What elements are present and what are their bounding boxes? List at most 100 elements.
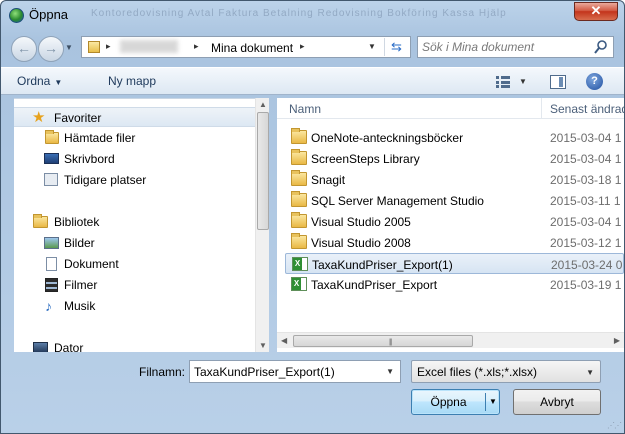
address-bar[interactable]: ▸ ▸ Mina dokument ▸ ▼ ⇆	[81, 36, 411, 58]
recent-locations-dropdown-icon[interactable]: ▼	[65, 43, 73, 52]
nav-item-downloads[interactable]: Hämtade filer	[14, 128, 255, 148]
file-date: 2015-03-19 1	[550, 278, 622, 292]
chevron-down-icon: ▼	[54, 78, 63, 87]
nav-item-label: Bilder	[64, 236, 95, 250]
file-date: 2015-03-11 1	[550, 194, 621, 208]
file-name: OneNote-anteckningsböcker	[311, 131, 464, 145]
nav-item-videos[interactable]: Filmer	[14, 275, 255, 295]
scrollbar-thumb[interactable]	[257, 112, 269, 230]
scroll-up-icon[interactable]: ▲	[259, 100, 267, 109]
filename-label: Filnamn:	[139, 365, 186, 379]
open-options-dropdown-icon[interactable]: ▼	[489, 397, 497, 406]
nav-item-desktop[interactable]: Skrivbord	[14, 149, 255, 169]
nav-libraries-label: Bibliotek	[54, 215, 100, 229]
folder-icon	[88, 41, 100, 53]
command-bar: Ordna ▼ Ny mapp ▼ ?	[1, 67, 624, 95]
file-row[interactable]: OneNote-anteckningsböcker 2015-03-04 1	[285, 127, 624, 148]
file-date: 2015-03-04 1	[550, 152, 622, 166]
nav-item-music[interactable]: ♪ Musik	[14, 296, 255, 316]
nav-item-recent-places[interactable]: Tidigare platser	[14, 170, 255, 190]
view-options-dropdown-icon[interactable]: ▼	[519, 77, 527, 86]
file-list-horizontal-scrollbar[interactable]: ◀ ||| ▶	[277, 332, 624, 348]
organize-label: Ordna	[17, 74, 51, 88]
scroll-right-icon[interactable]: ▶	[614, 336, 620, 345]
file-date: 2015-03-04 1	[550, 215, 622, 229]
nav-item-pictures[interactable]: Bilder	[14, 233, 255, 253]
help-icon[interactable]: ?	[586, 73, 603, 90]
organize-button[interactable]: Ordna ▼	[17, 74, 62, 88]
nav-item-label: Musik	[64, 299, 96, 313]
star-icon: ★	[32, 109, 46, 126]
cancel-button[interactable]: Avbryt	[513, 389, 601, 415]
open-button[interactable]: Öppna ▼	[411, 389, 500, 415]
file-type-filter[interactable]: Excel files (*.xls;*.xlsx) ▼	[411, 360, 601, 383]
downloads-folder-icon	[45, 130, 59, 144]
file-row[interactable]: Snagit 2015-03-18 1	[285, 169, 624, 190]
excel-file-icon	[292, 257, 308, 271]
refresh-button[interactable]: ⇆	[384, 38, 408, 56]
column-name[interactable]: Namn	[289, 102, 321, 116]
new-folder-button[interactable]: Ny mapp	[108, 74, 156, 88]
videos-icon	[45, 278, 58, 292]
close-button[interactable]: ✕	[574, 2, 618, 21]
search-box[interactable]	[417, 36, 614, 58]
resize-grip-icon[interactable]: ⋰⋰	[607, 421, 622, 430]
back-button[interactable]: ←	[11, 36, 37, 62]
libraries-icon	[33, 214, 48, 228]
file-row[interactable]: ScreenSteps Library 2015-03-04 1	[285, 148, 624, 169]
file-row-selected[interactable]: TaxaKundPriser_Export(1) 2015-03-24 0	[285, 253, 624, 274]
file-name: TaxaKundPriser_Export	[311, 278, 438, 292]
file-name: ScreenSteps Library	[311, 152, 420, 166]
open-button-label: Öppna	[430, 395, 467, 409]
filename-combobox[interactable]: ▼	[189, 360, 401, 383]
navigation-scrollbar[interactable]: ▲ ▼	[255, 98, 269, 352]
scroll-left-icon[interactable]: ◀	[281, 336, 287, 345]
file-name: TaxaKundPriser_Export(1)	[312, 258, 453, 272]
nav-computer[interactable]: Dator	[14, 338, 255, 352]
scrollbar-thumb[interactable]: |||	[293, 335, 473, 347]
excel-file-icon	[291, 277, 307, 291]
nav-libraries[interactable]: Bibliotek	[14, 212, 255, 232]
nav-item-label: Tidigare platser	[64, 173, 147, 187]
breadcrumb-current[interactable]: Mina dokument	[211, 41, 293, 55]
nav-item-documents[interactable]: Dokument	[14, 254, 255, 274]
navigation-pane: ★ Favoriter Hämtade filer Skrivbord Tidi…	[14, 98, 255, 352]
column-date-modified[interactable]: Senast ändrad	[550, 102, 624, 116]
app-icon	[9, 8, 24, 23]
file-name: SQL Server Management Studio	[311, 194, 484, 208]
breadcrumb-separator[interactable]: ▸	[194, 41, 199, 52]
search-input[interactable]	[422, 39, 592, 55]
desktop-icon	[44, 153, 59, 164]
search-icon[interactable]	[594, 39, 608, 55]
close-icon: ✕	[590, 3, 602, 18]
nav-item-label: Filmer	[64, 278, 98, 292]
file-date: 2015-03-18 1	[550, 173, 622, 187]
pictures-icon	[44, 237, 59, 249]
refresh-icon: ⇆	[391, 39, 402, 54]
change-view-icon[interactable]	[496, 76, 510, 88]
breadcrumb-user-blurred[interactable]	[120, 40, 178, 53]
grip-icon: |||	[389, 339, 393, 346]
forward-button[interactable]: →	[38, 36, 64, 62]
filename-input[interactable]	[194, 364, 379, 380]
file-row[interactable]: Visual Studio 2005 2015-03-04 1	[285, 211, 624, 232]
file-list: Namn Senast ändrad OneNote-anteckningsbö…	[277, 98, 624, 352]
nav-favorites[interactable]: ★ Favoriter	[14, 107, 255, 127]
address-history-dropdown-icon[interactable]: ▼	[368, 42, 376, 51]
breadcrumb-separator[interactable]: ▸	[300, 41, 305, 52]
file-row[interactable]: Visual Studio 2008 2015-03-12 1	[285, 232, 624, 253]
file-row[interactable]: TaxaKundPriser_Export 2015-03-19 1	[285, 274, 624, 295]
nav-item-label: Dokument	[64, 257, 119, 271]
file-date: 2015-03-12 1	[550, 236, 622, 250]
column-divider[interactable]	[541, 98, 542, 119]
folder-icon	[291, 212, 307, 228]
scroll-down-icon[interactable]: ▼	[259, 341, 267, 350]
chevron-down-icon[interactable]: ▼	[386, 367, 394, 376]
preview-pane-icon[interactable]	[550, 75, 566, 89]
documents-icon	[46, 257, 57, 271]
folder-icon	[291, 128, 307, 144]
title-bar[interactable]: Öppna Kontoredovisning Avtal Faktura Bet…	[1, 1, 624, 29]
file-row[interactable]: SQL Server Management Studio 2015-03-11 …	[285, 190, 624, 211]
breadcrumb-separator[interactable]: ▸	[106, 41, 111, 52]
file-date: 2015-03-04 1	[550, 131, 622, 145]
